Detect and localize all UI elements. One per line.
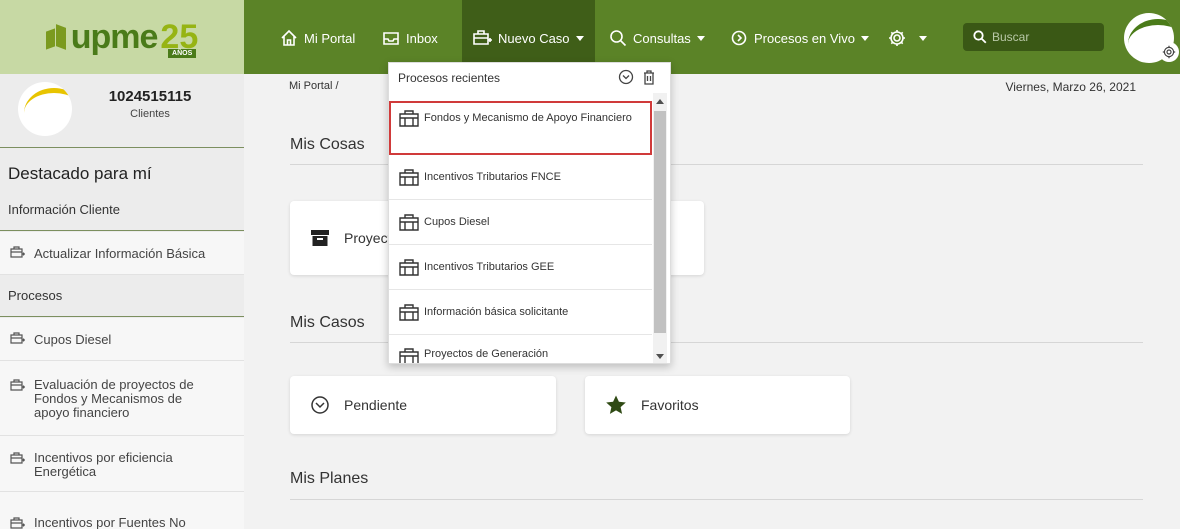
nav-inbox-label: Inbox xyxy=(406,30,438,46)
divider xyxy=(290,499,1143,500)
scroll-up-icon[interactable] xyxy=(656,99,664,104)
scroll-thumb[interactable] xyxy=(654,111,666,333)
archive-icon xyxy=(311,230,329,246)
chevron-down-icon xyxy=(860,35,869,41)
search-icon xyxy=(610,30,627,47)
home-icon xyxy=(281,29,297,46)
dropdown-item-label: Cupos Diesel xyxy=(424,216,490,228)
breadcrumb[interactable]: Mi Portal / xyxy=(289,80,339,92)
dropdown-item-fondos[interactable]: Fondos y Mecanismo de Apoyo Financiero xyxy=(389,101,652,155)
new-case-icon xyxy=(10,378,26,395)
upme-logo: upme 25 AÑOS xyxy=(45,18,199,58)
new-case-icon xyxy=(473,30,492,45)
dropdown-item-incentivos-fnce[interactable]: Incentivos Tributarios FNCE xyxy=(389,155,652,200)
profile-id: 1024515115 xyxy=(108,88,192,105)
dropdown-header-actions xyxy=(618,69,656,85)
logo-tag: AÑOS xyxy=(168,49,197,58)
dropdown-item-label: Incentivos Tributarios FNCE xyxy=(424,171,561,183)
nav-procesos-en-vivo-label: Procesos en Vivo xyxy=(754,30,855,46)
new-case-icon xyxy=(10,331,26,348)
logo-text: upme xyxy=(70,18,159,56)
sidebar-item-label: Cupos Diesel xyxy=(34,331,112,347)
dropdown-item-label: Incentivos Tributarios GEE xyxy=(424,261,555,273)
card-favoritos-label: Favoritos xyxy=(641,397,699,413)
sidebar-item-actualizar-informacion[interactable]: Actualizar Información Básica xyxy=(0,232,244,275)
dropdown-item-label: Información básica solicitante xyxy=(424,306,569,318)
nav-procesos-en-vivo[interactable]: Procesos en Vivo xyxy=(730,26,869,50)
sidebar-section-procesos[interactable]: Procesos xyxy=(0,275,244,317)
briefcase-icon xyxy=(399,213,419,231)
sidebar-item-label: Incentivos por eficiencia Energética xyxy=(34,450,173,479)
star-icon xyxy=(606,395,626,414)
main-content: Mi Portal / Viernes, Marzo 26, 2021 Mis … xyxy=(244,74,1180,529)
sidebar-item-eficiencia-energetica[interactable]: Incentivos por eficiencia Energética xyxy=(0,436,244,492)
search-icon xyxy=(973,30,987,44)
card-pendiente-label: Pendiente xyxy=(344,397,408,413)
section-title-mis-planes: Mis Planes xyxy=(290,470,369,487)
new-case-icon xyxy=(10,451,26,468)
new-case-icon xyxy=(10,516,26,529)
sidebar-item-label: Evaluación de proyectos de Fondos y Meca… xyxy=(34,377,194,420)
briefcase-icon xyxy=(399,303,419,321)
avatar-settings-icon[interactable] xyxy=(1159,42,1179,62)
nav-nuevo-caso-label: Nuevo Caso xyxy=(498,30,570,46)
nav-consultas[interactable]: Consultas xyxy=(609,26,705,50)
nav-settings[interactable] xyxy=(887,26,927,50)
clock-icon xyxy=(311,396,329,414)
profile-role: Clientes xyxy=(130,108,170,120)
briefcase-icon xyxy=(399,348,419,363)
gear-icon xyxy=(1162,45,1176,59)
sidebar-item-label: Incentivos por Fuentes No xyxy=(34,515,186,529)
nav-inbox[interactable]: Inbox xyxy=(382,26,438,50)
card-favoritos[interactable]: Favoritos xyxy=(585,376,850,434)
sidebar-heading: Destacado para mí xyxy=(8,164,152,183)
nav-consultas-label: Consultas xyxy=(633,30,691,46)
section-title-mis-cosas: Mis Cosas xyxy=(290,136,365,153)
dropdown-item-label: Proyectos de Generación xyxy=(424,348,549,360)
clock-icon[interactable] xyxy=(618,69,634,85)
gear-icon xyxy=(889,30,905,46)
dropdown-item-informacion-basica[interactable]: Información básica solicitante xyxy=(389,290,652,335)
current-date: Viernes, Marzo 26, 2021 xyxy=(1005,80,1136,94)
inbox-icon xyxy=(383,32,399,45)
dropdown-item-label: Fondos y Mecanismo de Apoyo Financiero xyxy=(424,112,632,124)
nuevo-caso-dropdown: Procesos recientes Fondos y Mecanismo de… xyxy=(388,62,671,364)
sidebar-item-evaluacion-proyectos[interactable]: Evaluación de proyectos de Fondos y Meca… xyxy=(0,361,244,436)
dropdown-item-incentivos-gee[interactable]: Incentivos Tributarios GEE xyxy=(389,245,652,290)
nav-mi-portal[interactable]: Mi Portal xyxy=(280,26,355,50)
sidebar-item-label: Actualizar Información Básica xyxy=(34,245,206,261)
sidebar-section-informacion-cliente[interactable]: Información Cliente xyxy=(0,189,244,231)
chevron-down-icon xyxy=(575,35,584,41)
dropdown-item-proyectos-generacion[interactable]: Proyectos de Generación xyxy=(389,335,652,363)
sidebar-item-cupos-diesel[interactable]: Cupos Diesel xyxy=(0,318,244,361)
dropdown-item-cupos-diesel[interactable]: Cupos Diesel xyxy=(389,200,652,245)
chevron-down-icon xyxy=(696,35,705,41)
logo-area[interactable]: upme 25 AÑOS xyxy=(0,0,244,74)
dropdown-header-label: Procesos recientes xyxy=(398,71,501,85)
top-navigation: Mi Portal Inbox Nuevo Caso Consultas Pro… xyxy=(244,0,1180,74)
briefcase-icon xyxy=(399,168,419,186)
logo-mark-icon xyxy=(45,24,68,50)
nav-nuevo-caso[interactable]: Nuevo Caso xyxy=(472,26,584,50)
briefcase-icon xyxy=(399,110,419,127)
dropdown-scrollbar[interactable] xyxy=(653,93,667,363)
live-process-icon xyxy=(731,30,747,46)
logo-number: 25 AÑOS xyxy=(160,18,199,58)
section-title-mis-casos: Mis Casos xyxy=(290,314,365,331)
chevron-down-icon xyxy=(919,35,927,41)
sidebar: 1024515115 Clientes Destacado para mí In… xyxy=(0,74,244,529)
sidebar-item-fuentes-no[interactable]: Incentivos por Fuentes No xyxy=(0,492,244,529)
scroll-down-icon[interactable] xyxy=(656,354,664,359)
new-case-icon xyxy=(10,245,26,262)
profile-card[interactable]: 1024515115 Clientes xyxy=(0,74,244,148)
briefcase-icon xyxy=(399,258,419,276)
search-placeholder: Buscar xyxy=(992,30,1030,44)
card-pendiente[interactable]: Pendiente xyxy=(290,376,556,434)
nav-mi-portal-label: Mi Portal xyxy=(304,30,356,46)
trash-icon[interactable] xyxy=(642,69,656,85)
search-input[interactable]: Buscar xyxy=(963,23,1104,51)
